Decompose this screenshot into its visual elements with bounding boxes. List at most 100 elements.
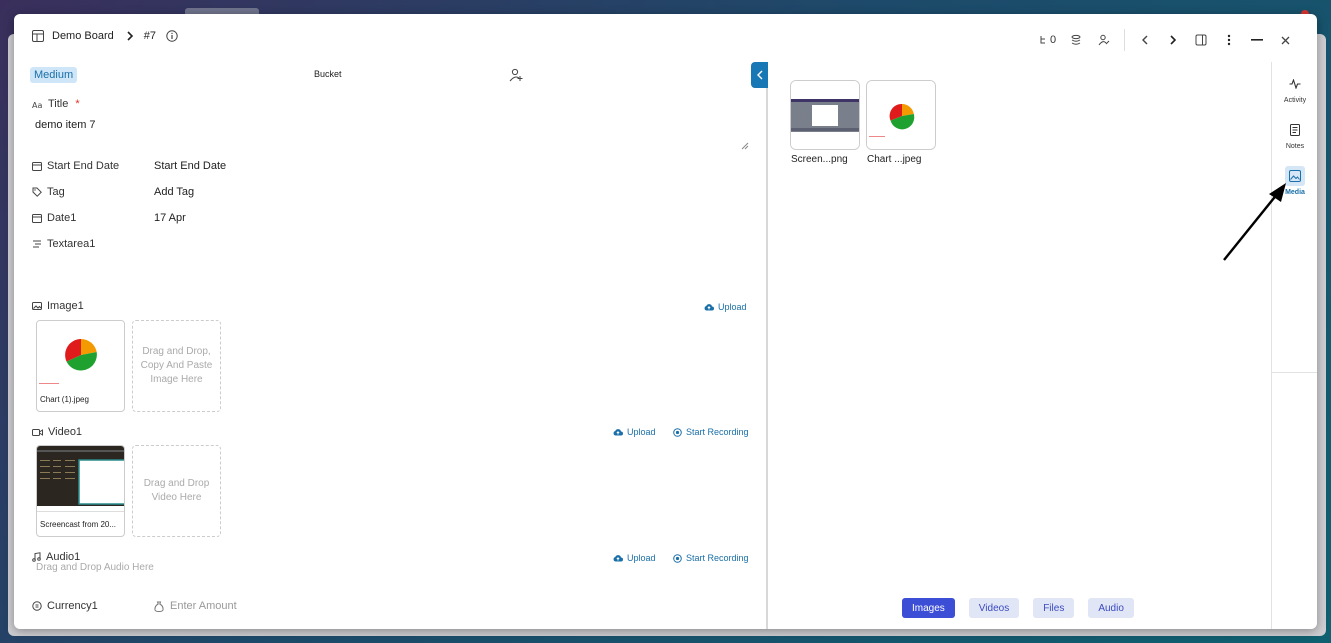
chart-thumbnail-image xyxy=(867,81,935,149)
subtasks-count: 0 xyxy=(1049,34,1057,46)
media-panel: Screen...png Chart ...jpeg Images Videos… xyxy=(768,62,1271,629)
text-format-icon: Aa xyxy=(32,100,43,109)
more-options-button[interactable] xyxy=(1215,30,1243,50)
rail-label-media: Media xyxy=(1285,189,1305,196)
resize-handle-icon[interactable] xyxy=(741,142,749,150)
toggle-panel-button[interactable] xyxy=(1187,30,1215,50)
notes-icon xyxy=(1285,120,1305,140)
money-bag-icon xyxy=(154,601,164,612)
info-icon[interactable] xyxy=(166,30,178,42)
chevron-left-icon xyxy=(1142,35,1148,45)
audio1-dropzone[interactable]: Drag and Drop Audio Here xyxy=(36,562,154,573)
activity-icon xyxy=(1285,74,1305,94)
subtask-icon xyxy=(1040,36,1045,44)
modal-header: Demo Board #7 0 xyxy=(14,14,1317,62)
title-label: Title xyxy=(48,98,69,110)
header-divider xyxy=(1124,29,1125,51)
video1-dropzone[interactable]: Drag and Drop Video Here xyxy=(132,445,221,537)
bucket-selector[interactable]: Bucket xyxy=(314,69,342,79)
tab-audio[interactable]: Audio xyxy=(1088,598,1134,618)
priority-badge[interactable]: Medium xyxy=(30,67,78,83)
rail-item-media[interactable]: Media xyxy=(1272,166,1317,196)
minimize-button[interactable] xyxy=(1243,30,1271,50)
cloud-upload-icon xyxy=(613,554,623,562)
start-end-date-value[interactable]: Start End Date xyxy=(154,160,226,172)
video1-caption: Screencast from 20... xyxy=(40,520,117,529)
tag-icon xyxy=(32,187,42,197)
media-icon xyxy=(1285,166,1305,186)
add-assignee-icon[interactable] xyxy=(509,68,523,82)
video1-label: Video1 xyxy=(48,426,83,438)
record-icon xyxy=(673,427,682,437)
textarea1-field: Textarea1 xyxy=(32,238,95,250)
video1-upload-button[interactable]: Upload xyxy=(613,427,656,437)
currency1-field: Currency1 xyxy=(32,600,98,612)
stack-icon xyxy=(1071,34,1081,45)
screenshot-thumbnail-image xyxy=(791,81,859,149)
rail-label-notes: Notes xyxy=(1285,143,1305,150)
header-actions: 0 xyxy=(1034,29,1299,51)
board-icon xyxy=(32,30,44,42)
item-modal: Demo Board #7 0 Medium Bucket Aa Title *… xyxy=(14,14,1317,629)
audio1-start-recording-button[interactable]: Start Recording xyxy=(673,553,749,563)
audio1-upload-button[interactable]: Upload xyxy=(613,553,656,563)
chevron-right-icon xyxy=(1170,35,1177,45)
start-end-date-label: Start End Date xyxy=(47,160,120,172)
image1-caption: Chart (1).jpeg xyxy=(40,395,89,404)
add-tag-button[interactable]: Add Tag xyxy=(154,186,194,198)
image-icon xyxy=(32,301,42,311)
chart-thumbnail-image xyxy=(37,321,124,387)
media-type-tabs: Images Videos Files Audio xyxy=(902,598,1134,618)
rail-item-notes[interactable]: Notes xyxy=(1272,120,1317,150)
video-icon xyxy=(32,428,43,437)
rail-item-activity[interactable]: Activity xyxy=(1272,74,1317,104)
currency-icon xyxy=(32,601,42,611)
chevron-left-icon xyxy=(756,70,762,80)
textarea1-label: Textarea1 xyxy=(47,238,96,250)
minus-icon xyxy=(1251,39,1263,41)
screencast-thumbnail-image xyxy=(37,446,124,512)
image1-upload-button[interactable]: Upload xyxy=(704,302,747,312)
video1-field: Video1 xyxy=(32,426,82,438)
required-marker: * xyxy=(75,98,80,110)
subtasks-button[interactable]: 0 xyxy=(1034,30,1062,50)
video1-start-recording-button[interactable]: Start Recording xyxy=(673,427,749,437)
previous-item-button[interactable] xyxy=(1131,30,1159,50)
close-button[interactable] xyxy=(1271,30,1299,50)
tab-images[interactable]: Images xyxy=(902,598,955,618)
currency1-placeholder: Enter Amount xyxy=(170,600,237,612)
side-rail: Activity Notes Media xyxy=(1271,62,1317,629)
date1-field: Date1 17 Apr xyxy=(32,212,186,224)
video1-thumbnail[interactable]: Screencast from 20... xyxy=(36,445,125,537)
next-item-button[interactable] xyxy=(1159,30,1187,50)
tag-label: Tag xyxy=(47,186,65,198)
kebab-menu-icon xyxy=(1227,34,1231,46)
currency1-label: Currency1 xyxy=(47,600,98,612)
currency1-input[interactable]: Enter Amount xyxy=(154,600,237,612)
item-details-panel: Medium Bucket Aa Title * demo item 7 Sta… xyxy=(14,62,768,629)
assign-button[interactable] xyxy=(1090,30,1118,50)
tab-files[interactable]: Files xyxy=(1033,598,1075,618)
media-item-screenshot[interactable] xyxy=(790,80,860,150)
start-end-date-field: Start End Date Start End Date xyxy=(32,160,226,172)
media-item-chart[interactable] xyxy=(866,80,936,150)
rail-label-activity: Activity xyxy=(1283,97,1307,104)
breadcrumb: Demo Board #7 xyxy=(32,30,178,42)
panel-icon xyxy=(1195,34,1207,46)
media-item-caption: Chart ...jpeg xyxy=(867,154,922,165)
svg-text:Aa: Aa xyxy=(32,101,42,109)
tab-videos[interactable]: Videos xyxy=(968,598,1020,618)
date1-value[interactable]: 17 Apr xyxy=(154,212,186,224)
image1-dropzone[interactable]: Drag and Drop, Copy And Paste Image Here xyxy=(132,320,221,412)
collapse-panel-button[interactable] xyxy=(751,62,768,88)
media-item-caption: Screen...png xyxy=(791,154,848,165)
image1-label: Image1 xyxy=(47,300,84,312)
title-input[interactable]: demo item 7 xyxy=(35,119,96,131)
image1-field: Image1 xyxy=(32,300,84,312)
tag-field: Tag Add Tag xyxy=(32,186,194,198)
calendar-icon xyxy=(32,161,42,171)
board-link[interactable]: Demo Board xyxy=(52,30,114,42)
image1-thumbnail[interactable]: Chart (1).jpeg xyxy=(36,320,125,412)
rail-divider xyxy=(1272,372,1317,373)
convert-button[interactable] xyxy=(1062,30,1090,50)
